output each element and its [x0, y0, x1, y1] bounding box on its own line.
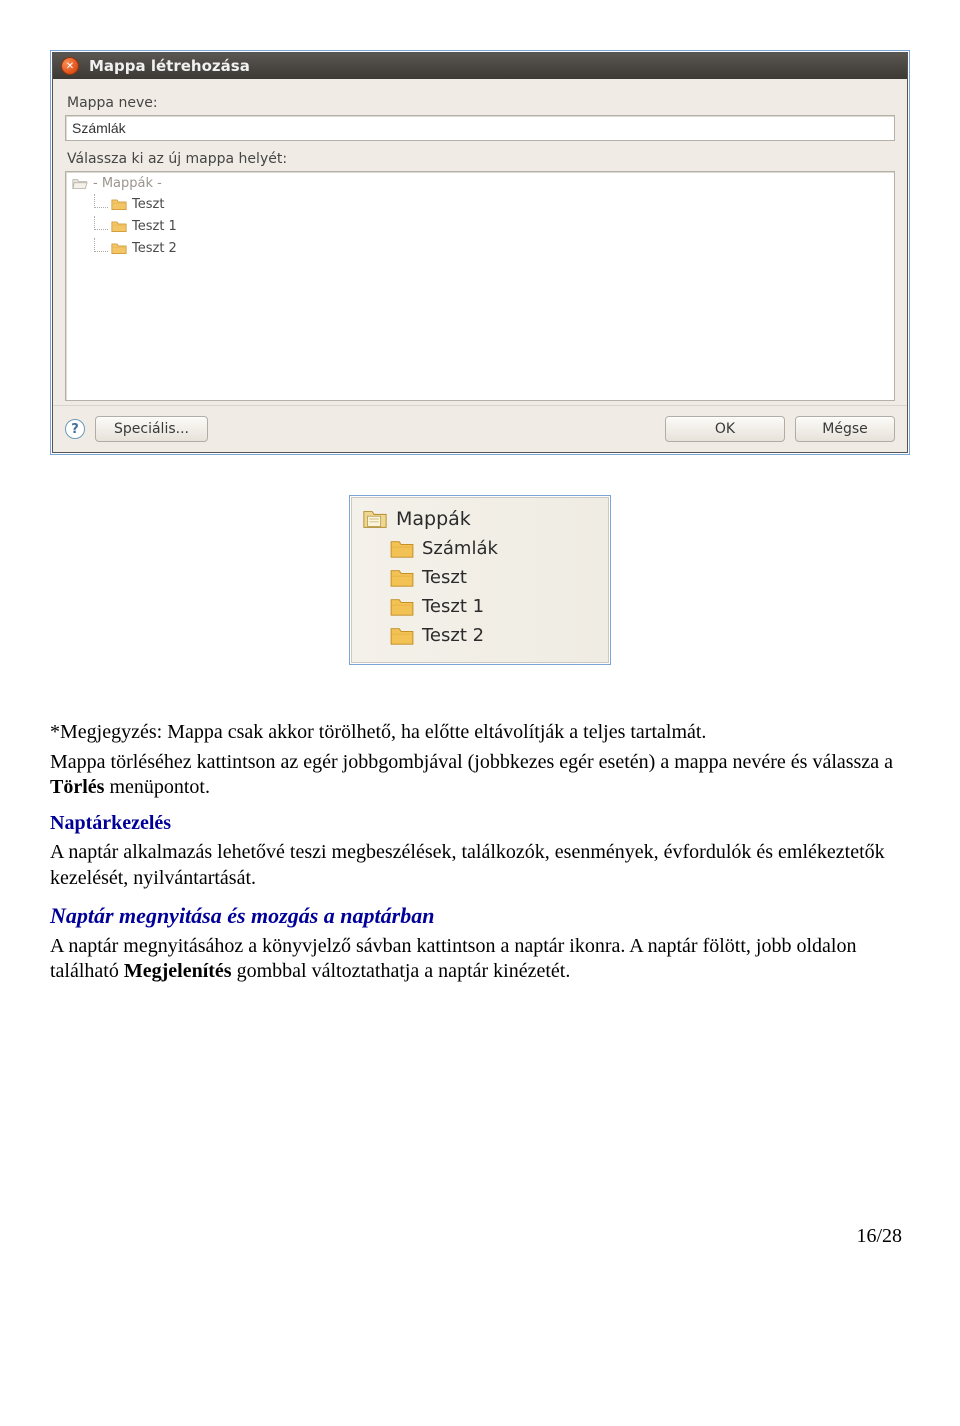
- paragraph: A naptár alkalmazás lehetővé teszi megbe…: [50, 840, 910, 891]
- folder-tree[interactable]: - Mappák - Teszt Teszt 1: [65, 171, 895, 401]
- folder-panel-item[interactable]: Teszt: [352, 563, 608, 592]
- folder-icon: [390, 539, 414, 559]
- folder-name-label: Mappa neve:: [67, 95, 895, 111]
- page-number: 16/28: [50, 1225, 910, 1248]
- special-button[interactable]: Speciális...: [95, 416, 208, 442]
- folder-location-label: Válassza ki az új mappa helyét:: [67, 151, 895, 167]
- folder-panel-item[interactable]: Teszt 2: [352, 621, 608, 650]
- note-paragraph: *Megjegyzés: Mappa csak akkor törölhető,…: [50, 720, 910, 746]
- folder-name-input[interactable]: [65, 115, 895, 141]
- folder-panel-screenshot-frame: Mappák Számlák Teszt Teszt 1 Teszt 2: [349, 495, 611, 665]
- folder-open-icon: [72, 177, 88, 190]
- tree-item[interactable]: Teszt 2: [94, 237, 888, 259]
- tree-item[interactable]: Teszt: [94, 193, 888, 215]
- folder-icon: [390, 626, 414, 646]
- ok-button[interactable]: OK: [665, 416, 785, 442]
- tree-item[interactable]: Teszt 1: [94, 215, 888, 237]
- folder-icon: [390, 568, 414, 588]
- dialog-title: Mappa létrehozása: [89, 57, 250, 75]
- help-icon[interactable]: ?: [65, 419, 85, 439]
- folder-sidebar-panel: Mappák Számlák Teszt Teszt 1 Teszt 2: [351, 497, 609, 663]
- document-body: *Megjegyzés: Mappa csak akkor törölhető,…: [50, 720, 910, 985]
- folder-icon: [111, 198, 127, 211]
- folders-root-icon: [362, 508, 388, 530]
- heading-calendar: Naptárkezelés: [50, 811, 910, 837]
- folder-panel-header[interactable]: Mappák: [352, 504, 608, 534]
- tree-root[interactable]: - Mappák -: [72, 176, 888, 191]
- heading-calendar-open: Naptár megnyitása és mozgás a naptárban: [50, 902, 910, 930]
- folder-panel-item[interactable]: Számlák: [352, 534, 608, 563]
- dialog-titlebar: ✕ Mappa létrehozása: [53, 53, 907, 79]
- create-folder-dialog: ✕ Mappa létrehozása Mappa neve: Válassza…: [52, 52, 908, 453]
- cancel-button[interactable]: Mégse: [795, 416, 895, 442]
- folder-icon: [111, 242, 127, 255]
- folder-icon: [111, 220, 127, 233]
- paragraph: A naptár megnyitásához a könyvjelző sávb…: [50, 934, 910, 985]
- dialog-screenshot-frame: ✕ Mappa létrehozása Mappa neve: Válassza…: [50, 50, 910, 455]
- close-icon[interactable]: ✕: [61, 57, 79, 75]
- folder-panel-item[interactable]: Teszt 1: [352, 592, 608, 621]
- folder-icon: [390, 597, 414, 617]
- paragraph: Mappa törléséhez kattintson az egér jobb…: [50, 750, 910, 801]
